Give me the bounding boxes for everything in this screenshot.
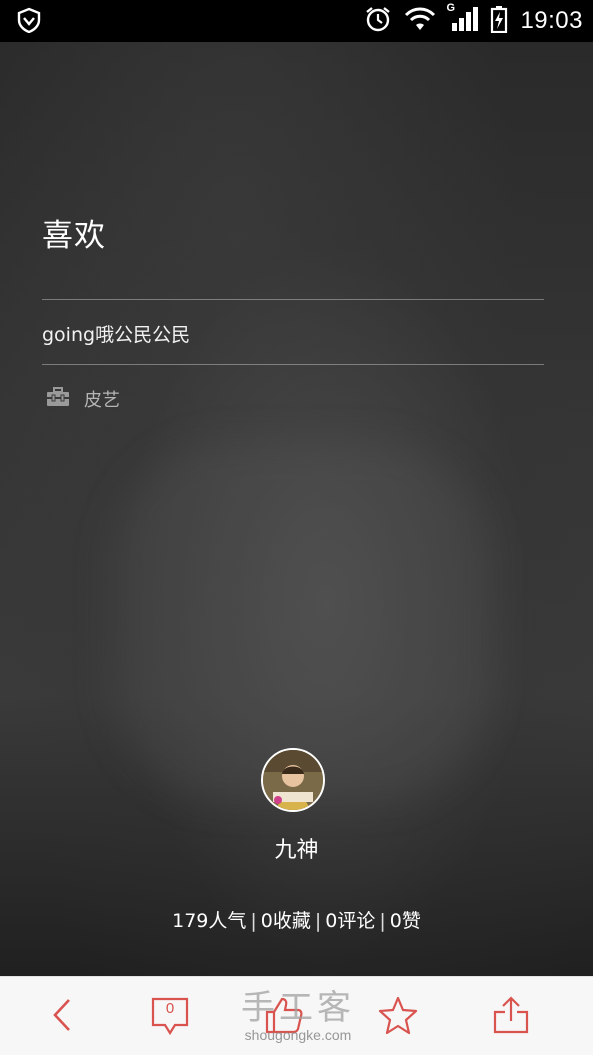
watermark-domain: shougongke.com [244, 1027, 352, 1043]
author-name[interactable]: 九神 [0, 832, 593, 864]
stat-likes: 0赞 [389, 910, 421, 932]
favorite-button[interactable] [376, 995, 420, 1039]
comment-button[interactable]: 0 [148, 995, 192, 1039]
status-bar: G 19:03 [0, 0, 593, 42]
network-type-label: G [446, 1, 455, 14]
stat-popularity: 179人气 [172, 910, 247, 932]
toolbox-icon [46, 386, 70, 412]
back-button[interactable] [40, 995, 84, 1039]
stat-comments: 0评论 [325, 910, 376, 932]
work-stats: 179人气 | 0收藏 | 0评论 | 0赞 [0, 906, 593, 933]
stat-separator: | [314, 910, 322, 932]
battery-charging-icon [490, 5, 508, 38]
stat-separator: | [250, 910, 257, 932]
stat-separator: | [379, 910, 386, 932]
watermark: 手工客 shougongke.com [228, 980, 368, 1050]
comment-count: 0 [165, 1000, 175, 1017]
divider [42, 364, 544, 365]
chevron-left-icon [50, 997, 74, 1037]
stat-favorites: 0收藏 [260, 910, 311, 932]
clock-time: 19:03 [520, 7, 583, 34]
cellular-signal-icon: G [446, 2, 479, 37]
share-icon [492, 995, 530, 1039]
category-label: 皮艺 [84, 390, 120, 411]
comment-bubble-icon: 0 [151, 997, 189, 1037]
alarm-icon [364, 5, 392, 38]
watermark-chinese: 手工客 [241, 988, 355, 1028]
author-avatar[interactable] [261, 748, 325, 812]
work-detail-cover: 喜欢 going哦公民公民 皮艺 九神 179人气 | 0收藏 | 0评论 | 0 [0, 42, 593, 976]
page-title: 喜欢 [42, 218, 106, 254]
shield-icon [16, 7, 42, 37]
share-button[interactable] [489, 995, 533, 1039]
category-tag[interactable]: 皮艺 [46, 386, 120, 412]
wifi-icon [404, 6, 436, 37]
star-icon [378, 995, 418, 1039]
divider [42, 299, 544, 300]
work-description: going哦公民公民 [42, 324, 191, 346]
